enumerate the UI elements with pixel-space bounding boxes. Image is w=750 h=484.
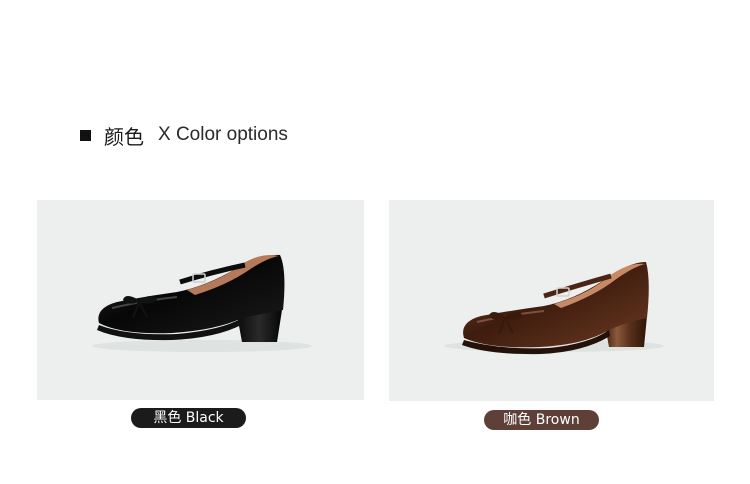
title-chinese: 颜色 xyxy=(104,124,144,149)
section-title: 颜色 X Color options xyxy=(80,120,288,150)
square-bullet-icon xyxy=(80,129,91,141)
color-option-black-card[interactable] xyxy=(37,200,364,400)
brown-shoe-image xyxy=(389,200,714,401)
color-label-black[interactable]: 黑色 Black xyxy=(131,408,246,428)
color-label-brown[interactable]: 咖色 Brown xyxy=(484,410,599,430)
title-english: X Color options xyxy=(158,124,288,145)
black-shoe-image xyxy=(37,200,364,400)
color-option-brown-card[interactable] xyxy=(389,200,714,401)
